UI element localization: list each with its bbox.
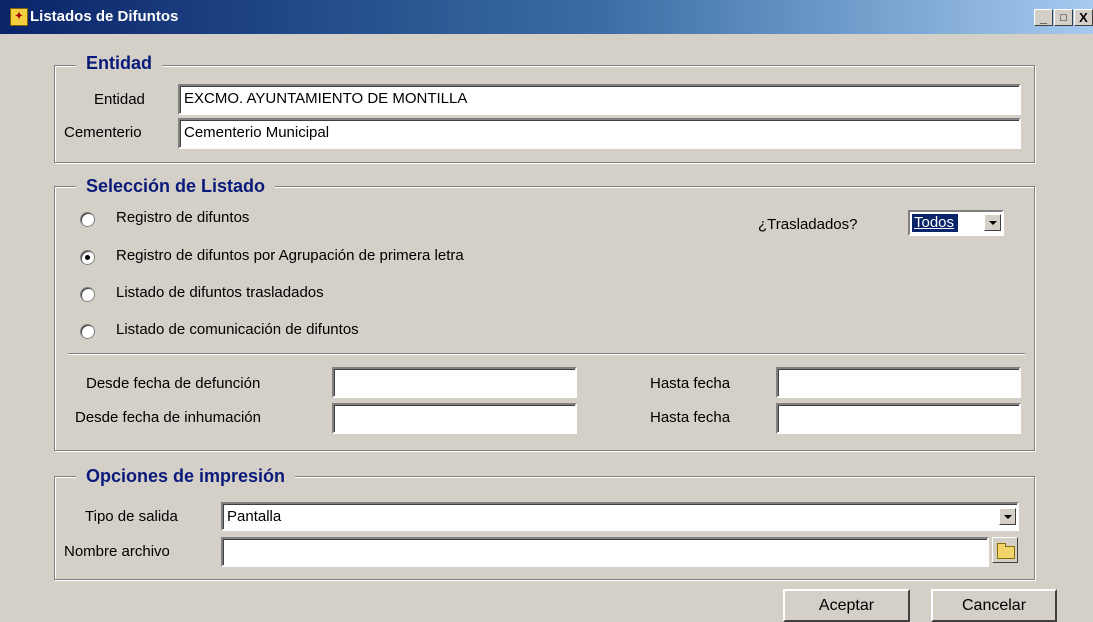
desde-defuncion-field[interactable] (332, 367, 577, 398)
app-icon: ✦ (10, 8, 28, 26)
nombre-archivo-label: Nombre archivo (64, 543, 170, 560)
radio-label-difuntos-trasladados: Listado de difuntos trasladados (116, 284, 324, 301)
chevron-down-icon[interactable] (999, 508, 1016, 525)
nombre-archivo-field[interactable] (221, 537, 989, 567)
trasladados-select[interactable]: Todos (908, 210, 1004, 236)
hasta-fecha-inhumacion-label: Hasta fecha (650, 409, 731, 426)
chevron-down-icon[interactable] (984, 214, 1001, 231)
radio-comunicacion-difuntos[interactable] (80, 324, 95, 339)
radio-label-registro-difuntos: Registro de difuntos (116, 209, 250, 226)
separator (68, 353, 1025, 355)
aceptar-button[interactable]: Aceptar (783, 589, 910, 622)
desde-defuncion-label: Desde fecha de defunción (86, 375, 261, 392)
folder-icon[interactable] (992, 537, 1018, 563)
close-button[interactable]: X (1074, 9, 1093, 26)
entidad-legend: Entidad (76, 52, 162, 74)
radio-registro-difuntos[interactable] (80, 212, 95, 227)
radio-difuntos-trasladados[interactable] (80, 287, 95, 302)
desde-inhumacion-label: Desde fecha de inhumación (75, 409, 261, 426)
trasladados-value: Todos (910, 213, 960, 233)
radio-label-registro-agrupacion: Registro de difuntos por Agrupación de p… (116, 247, 464, 264)
cementerio-field[interactable]: Cementerio Municipal (178, 118, 1021, 149)
radio-label-comunicacion-difuntos: Listado de comunicación de difuntos (116, 321, 359, 338)
impresion-legend: Opciones de impresión (76, 465, 296, 487)
hasta-fecha-inhumacion-field[interactable] (776, 403, 1021, 434)
cementerio-label: Cementerio (64, 124, 142, 141)
maximize-button[interactable]: □ (1054, 9, 1073, 26)
tipo-salida-select[interactable]: Pantalla (221, 502, 1019, 531)
hasta-fecha-defuncion-field[interactable] (776, 367, 1021, 398)
entidad-field[interactable]: EXCMO. AYUNTAMIENTO DE MONTILLA (178, 84, 1021, 115)
hasta-fecha-defuncion-label: Hasta fecha (650, 375, 731, 392)
desde-inhumacion-field[interactable] (332, 403, 577, 434)
radio-registro-agrupacion[interactable] (80, 250, 95, 265)
trasladados-label: ¿Trasladados? (758, 216, 858, 233)
minimize-button[interactable]: _ (1034, 9, 1053, 26)
cancelar-button[interactable]: Cancelar (931, 589, 1057, 622)
tipo-salida-value: Pantalla (227, 508, 282, 525)
title-bar: ✦ Listados de Difuntos _ □ X (0, 0, 1093, 34)
tipo-salida-label: Tipo de salida (85, 508, 178, 525)
seleccion-legend: Selección de Listado (76, 175, 276, 197)
entidad-label: Entidad (94, 91, 145, 108)
window-title: Listados de Difuntos (30, 8, 179, 25)
